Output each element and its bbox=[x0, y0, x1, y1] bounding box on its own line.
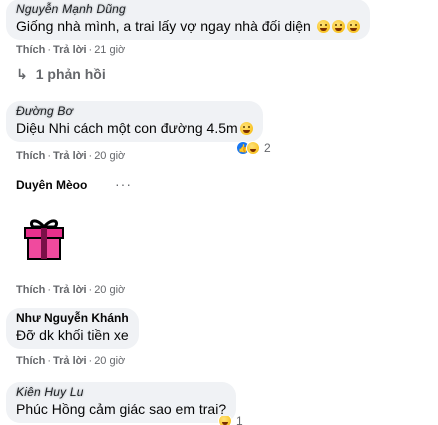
comment-time[interactable]: 20 giờ bbox=[94, 355, 125, 367]
comment-author[interactable]: Duyên Mèoo bbox=[16, 178, 87, 192]
haha-reaction-icon bbox=[218, 416, 232, 425]
haha-reaction-icon bbox=[246, 141, 260, 155]
gift-box-sticker bbox=[24, 219, 64, 260]
comment-text: Diệu Nhi cách một con đường 4.5m bbox=[16, 119, 253, 137]
rolling-on-floor-laughing-icon bbox=[331, 20, 345, 33]
comment-text: Đỡ dk khối tiền xe bbox=[16, 327, 129, 343]
more-options-icon[interactable]: ··· bbox=[115, 176, 132, 192]
like-button[interactable]: Thích bbox=[16, 355, 45, 367]
comment-actions: Thích · Trả lời · 20 giờ bbox=[16, 355, 126, 367]
comment-author[interactable]: Nguyễn Mạnh Dũng bbox=[16, 2, 360, 17]
reaction-summary[interactable]: 👍 2 bbox=[236, 141, 271, 155]
comment-author[interactable]: Như Nguyễn Khánh bbox=[16, 311, 129, 326]
comment-bubble: Như Nguyễn Khánh Đỡ dk khối tiền xe bbox=[6, 308, 139, 349]
comment-time[interactable]: 20 giờ bbox=[94, 284, 125, 296]
comment-time[interactable]: 21 giờ bbox=[94, 44, 125, 56]
smiling-face-with-sweat-icon bbox=[239, 122, 253, 135]
comment-author[interactable]: Kiên Huy Lu bbox=[16, 385, 226, 400]
comment-bubble: Đường Bơ Diệu Nhi cách một con đường 4.5… bbox=[6, 101, 263, 142]
reply-button[interactable]: Trả lời bbox=[53, 355, 87, 367]
comment-actions: Thích · Trả lời · 20 giờ bbox=[16, 150, 126, 162]
like-button[interactable]: Thích bbox=[16, 44, 45, 56]
reply-button[interactable]: Trả lời bbox=[53, 284, 87, 296]
like-button[interactable]: Thích bbox=[16, 284, 45, 296]
comment-bubble: Kiên Huy Lu Phúc Hồng cảm giác sao em tr… bbox=[6, 382, 237, 423]
comment-bubble: Nguyễn Mạnh Dũng Giống nhà mình, a trai … bbox=[6, 0, 370, 40]
comment-actions: Thích · Trả lời · 20 giờ bbox=[16, 284, 126, 296]
like-button[interactable]: Thích bbox=[16, 150, 45, 162]
comment-text: Giống nhà mình, a trai lấy vợ ngay nhà đ… bbox=[16, 17, 360, 35]
reply-button[interactable]: Trả lời bbox=[53, 44, 87, 56]
comment-time[interactable]: 20 giờ bbox=[94, 150, 125, 162]
comment-actions: Thích · Trả lời · 21 giờ bbox=[16, 44, 126, 56]
reply-arrow-icon: ↳ bbox=[16, 66, 28, 82]
reaction-summary[interactable]: 1 bbox=[218, 416, 243, 425]
view-replies-button[interactable]: ↳ 1 phản hồi bbox=[16, 66, 106, 83]
comment-text: Phúc Hồng cảm giác sao em trai? bbox=[16, 401, 227, 417]
rolling-on-floor-laughing-icon bbox=[316, 20, 330, 33]
reply-button[interactable]: Trả lời bbox=[53, 150, 87, 162]
reaction-count: 2 bbox=[264, 141, 271, 155]
reaction-count: 1 bbox=[236, 416, 243, 425]
comment-author[interactable]: Đường Bơ bbox=[16, 104, 253, 119]
rolling-on-floor-laughing-icon bbox=[346, 20, 360, 33]
